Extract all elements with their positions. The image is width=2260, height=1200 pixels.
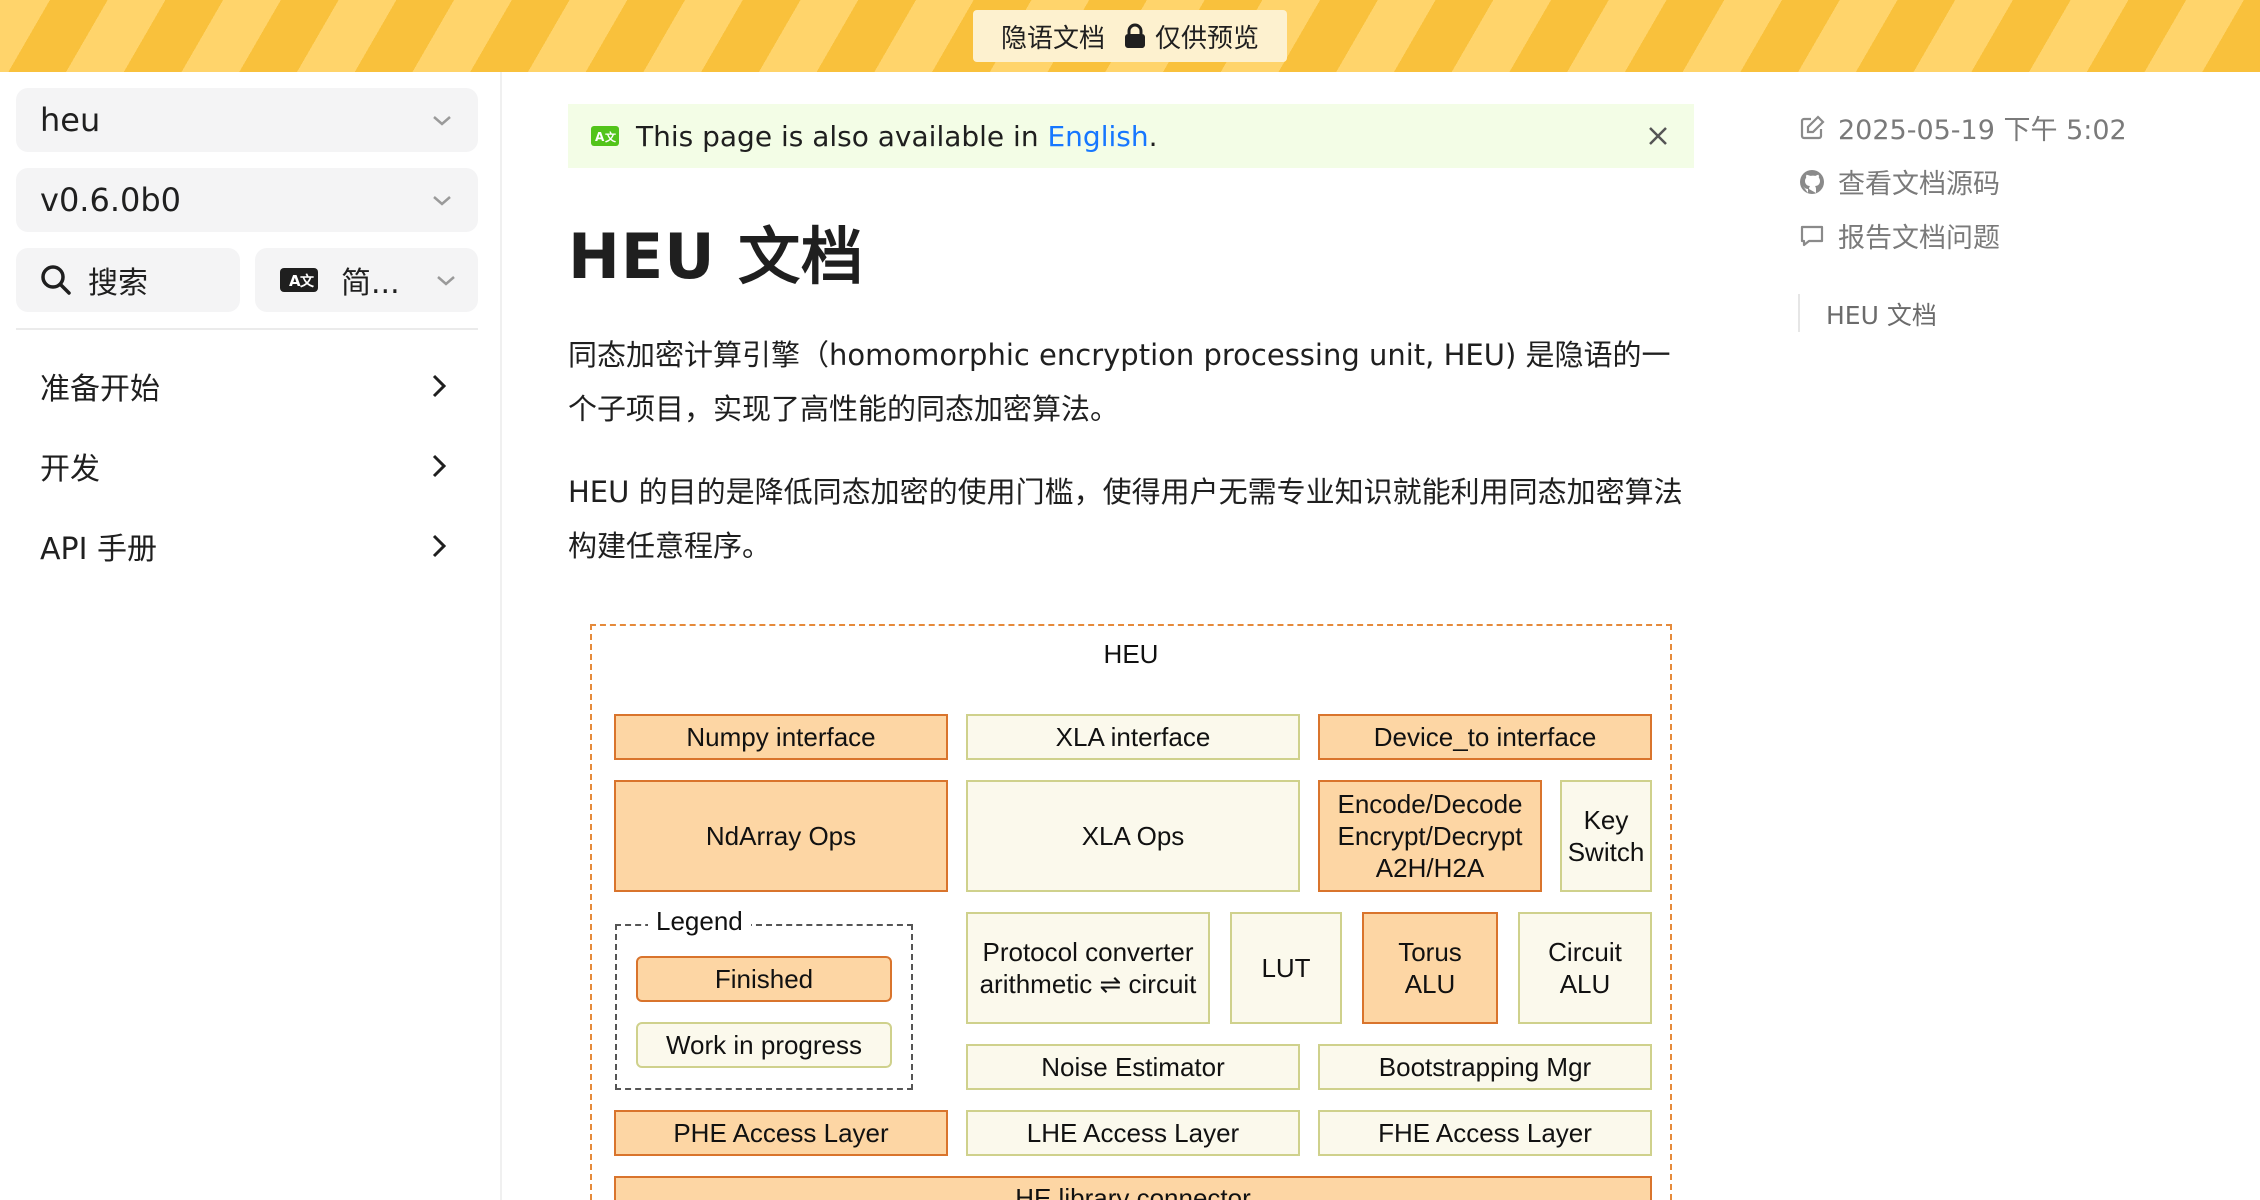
device-to-interface-box: Device_to interface: [1318, 714, 1652, 760]
search-icon: [41, 265, 71, 295]
sidebar-item-development[interactable]: 开发: [16, 434, 478, 498]
project-select-value: heu: [40, 101, 101, 139]
banner-preview-label: 仅供预览: [1155, 23, 1260, 54]
banner-pill: 隐语文档 仅供预览: [973, 10, 1287, 62]
english-link[interactable]: English: [1047, 120, 1148, 153]
lock-icon: [1125, 23, 1145, 48]
svg-text:A: A: [595, 130, 605, 144]
purpose-paragraph: HEU 的目的是降低同态加密的使用门槛，使得用户无需专业知识就能利用同态加密算法…: [568, 475, 1683, 563]
noise-estimator-box: Noise Estimator: [966, 1044, 1300, 1090]
bootstrapping-mgr-box: Bootstrapping Mgr: [1318, 1044, 1652, 1090]
heu-architecture-diagram: HEU Numpy interface XLA interface Device…: [590, 624, 1672, 1200]
fhe-access-layer-box: FHE Access Layer: [1318, 1110, 1652, 1156]
view-source-label: 查看文档源码: [1838, 169, 2000, 200]
notice-suffix: .: [1148, 119, 1158, 153]
chevron-right-icon: [432, 374, 447, 398]
chevron-right-icon: [432, 534, 447, 558]
banner-site-label: 隐语文档: [1000, 23, 1105, 54]
version-select-value: v0.6.0b0: [40, 181, 182, 219]
protocol-converter-box: Protocol converter arithmetic ⇌ circuit: [966, 912, 1210, 1024]
page-title: HEU 文档: [568, 220, 865, 293]
language-notice: A 文 This page is also available in Engli…: [568, 104, 1694, 168]
last-updated: 2025-05-19 下午 5:02: [1798, 108, 2127, 147]
encode-decode-box: Encode/Decode Encrypt/Decrypt A2H/H2A: [1318, 780, 1542, 892]
svg-text:文: 文: [605, 130, 617, 144]
legend-title: Legend: [648, 906, 751, 937]
project-select[interactable]: heu: [16, 88, 478, 152]
search-label: 搜索: [88, 266, 148, 301]
translate-icon: A 文: [280, 268, 318, 292]
sidebar-item-label: API 手册: [40, 532, 157, 567]
lut-box: LUT: [1230, 912, 1342, 1024]
intro-paragraph: 同态加密计算引擎（homomorphic encryption processi…: [568, 338, 1671, 426]
diagram-title: HEU: [1103, 639, 1159, 669]
legend-work-in-progress: Work in progress: [636, 1022, 892, 1068]
notice-prefix: This page is also available in: [636, 119, 1048, 153]
phe-access-layer-box: PHE Access Layer: [614, 1110, 948, 1156]
close-icon[interactable]: [1646, 124, 1670, 148]
xla-ops-box: XLA Ops: [966, 780, 1300, 892]
he-library-connector-box: HE library connector: [614, 1176, 1652, 1200]
key-switch-box: Key Switch: [1560, 780, 1652, 892]
report-issue-label: 报告文档问题: [1838, 223, 2000, 254]
sidebar: heu v0.6.0b0 搜索 A 文 简... 准备开始 开发 API 手册: [0, 72, 502, 1200]
ndarray-ops-box: NdArray Ops: [614, 780, 948, 892]
language-label: 简...: [341, 266, 400, 301]
circuit-alu-box: Circuit ALU: [1518, 912, 1652, 1024]
preview-banner: 隐语文档 仅供预览: [0, 0, 2260, 72]
comment-icon: [1800, 225, 1824, 246]
chevron-right-icon: [432, 454, 447, 478]
github-icon: [1800, 169, 1824, 194]
translate-icon: A 文: [591, 126, 619, 146]
sidebar-divider: [16, 328, 478, 330]
xla-interface-box: XLA interface: [966, 714, 1300, 760]
sidebar-item-label: 准备开始: [40, 372, 160, 407]
sidebar-item-getting-started[interactable]: 准备开始: [16, 354, 478, 418]
toc-indicator: [1798, 294, 1800, 332]
lhe-access-layer-box: LHE Access Layer: [966, 1110, 1300, 1156]
version-select[interactable]: v0.6.0b0: [16, 168, 478, 232]
sidebar-item-label: 开发: [40, 452, 100, 487]
svg-text:文: 文: [300, 273, 315, 290]
toc-item[interactable]: HEU 文档: [1826, 296, 1937, 332]
view-source-link[interactable]: 查看文档源码: [1798, 162, 2000, 201]
sidebar-item-api-manual[interactable]: API 手册: [16, 514, 478, 578]
numpy-interface-box: Numpy interface: [614, 714, 948, 760]
legend-finished: Finished: [636, 956, 892, 1002]
chevron-down-icon: [433, 196, 451, 206]
search-button[interactable]: 搜索: [16, 248, 240, 312]
last-updated-text: 2025-05-19 下午 5:02: [1838, 115, 2127, 146]
language-select[interactable]: A 文 简...: [255, 248, 478, 312]
edit-icon: [1800, 114, 1825, 139]
torus-alu-box: Torus ALU: [1362, 912, 1498, 1024]
report-issue-link[interactable]: 报告文档问题: [1798, 216, 2000, 255]
chevron-down-icon: [437, 276, 455, 286]
chevron-down-icon: [433, 116, 451, 126]
